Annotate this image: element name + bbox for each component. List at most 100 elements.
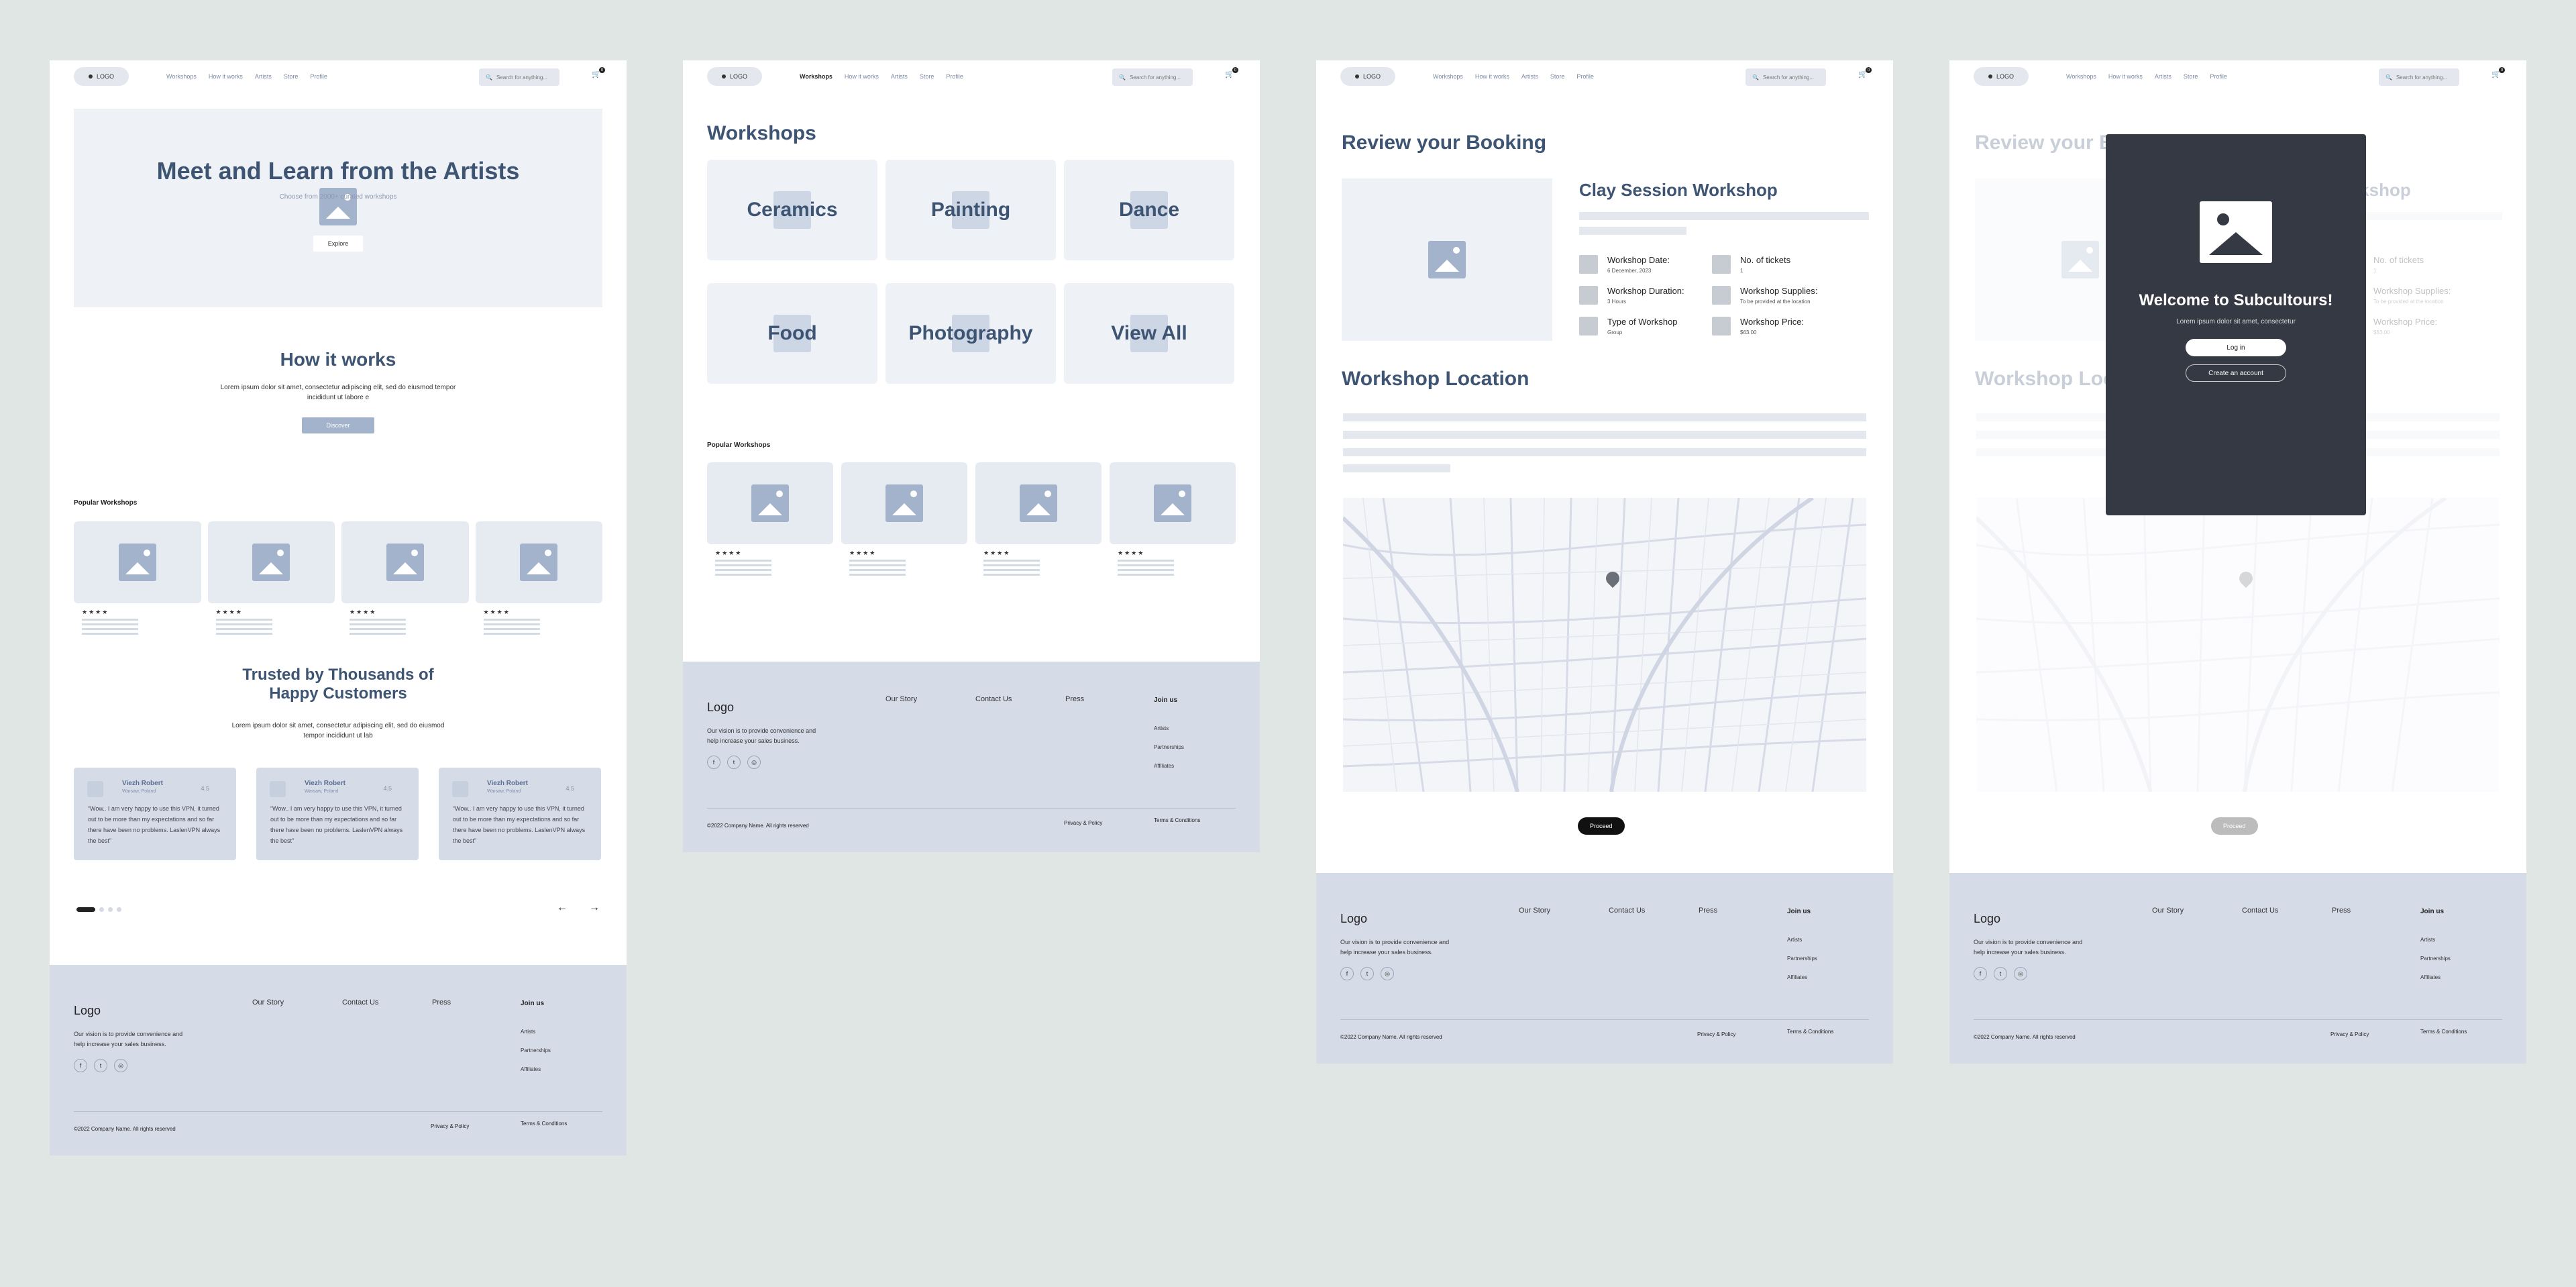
search-input[interactable]: 🔍 Search for anything... bbox=[479, 68, 559, 86]
nav-link-how-it-works[interactable]: How it works bbox=[2108, 73, 2143, 80]
footer-link-contact-us[interactable]: Contact Us bbox=[2242, 907, 2278, 915]
logo-button[interactable]: LOGO bbox=[707, 67, 762, 86]
footer-link-partnerships[interactable]: Partnerships bbox=[2420, 949, 2451, 968]
cart-button[interactable]: 🛒 0 bbox=[1858, 67, 1872, 81]
footer-link-affiliates[interactable]: Affiliates bbox=[1154, 757, 1184, 776]
nav-link-store[interactable]: Store bbox=[284, 73, 299, 80]
search-input[interactable]: 🔍 Search for anything... bbox=[2379, 68, 2459, 86]
nav-link-store[interactable]: Store bbox=[2184, 73, 2198, 80]
logo-button[interactable]: LOGO bbox=[74, 67, 129, 86]
category-card-food[interactable]: Food bbox=[707, 283, 877, 384]
location-map[interactable] bbox=[1343, 498, 1866, 792]
nav-link-profile[interactable]: Profile bbox=[946, 73, 963, 80]
nav-link-store[interactable]: Store bbox=[920, 73, 934, 80]
workshop-card[interactable]: ★★★★ bbox=[341, 521, 469, 635]
footer-terms-link[interactable]: Terms & Conditions bbox=[1154, 817, 1200, 823]
footer-link-artists[interactable]: Artists bbox=[521, 1023, 551, 1041]
workshop-card[interactable]: ★★★★ bbox=[841, 462, 967, 576]
create-account-button[interactable]: Create an account bbox=[2186, 364, 2286, 382]
instagram-icon[interactable]: ◎ bbox=[2014, 967, 2027, 980]
carousel-dot[interactable] bbox=[99, 907, 104, 912]
footer-link-artists[interactable]: Artists bbox=[1154, 719, 1184, 738]
nav-link-profile[interactable]: Profile bbox=[310, 73, 327, 80]
nav-link-workshops[interactable]: Workshops bbox=[166, 73, 197, 80]
footer-privacy-link[interactable]: Privacy & Policy bbox=[1697, 1031, 1735, 1037]
cart-button[interactable]: 🛒 0 bbox=[592, 67, 605, 81]
facebook-icon[interactable]: f bbox=[74, 1059, 87, 1072]
category-card-dance[interactable]: Dance bbox=[1064, 160, 1234, 260]
logo-button[interactable]: LOGO bbox=[1340, 67, 1395, 86]
nav-link-workshops[interactable]: Workshops bbox=[800, 73, 833, 80]
nav-link-workshops[interactable]: Workshops bbox=[2066, 73, 2096, 80]
instagram-icon[interactable]: ◎ bbox=[1381, 967, 1394, 980]
workshop-card[interactable]: ★★★★ bbox=[74, 521, 201, 635]
footer-terms-link[interactable]: Terms & Conditions bbox=[521, 1121, 567, 1127]
footer-link-press[interactable]: Press bbox=[432, 998, 451, 1007]
twitter-icon[interactable]: t bbox=[1994, 967, 2007, 980]
footer-link-artists[interactable]: Artists bbox=[1787, 931, 1817, 949]
cart-button[interactable]: 🛒 0 bbox=[1225, 67, 1238, 81]
workshop-card[interactable]: ★★★★ bbox=[1110, 462, 1236, 576]
footer-link-contact-us[interactable]: Contact Us bbox=[975, 695, 1012, 703]
footer-link-partnerships[interactable]: Partnerships bbox=[1154, 738, 1184, 757]
category-card-ceramics[interactable]: Ceramics bbox=[707, 160, 877, 260]
instagram-icon[interactable]: ◎ bbox=[114, 1059, 127, 1072]
nav-link-artists[interactable]: Artists bbox=[255, 73, 272, 80]
footer-privacy-link[interactable]: Privacy & Policy bbox=[431, 1123, 469, 1129]
footer-link-contact-us[interactable]: Contact Us bbox=[342, 998, 378, 1007]
carousel-dot[interactable] bbox=[117, 907, 121, 912]
facebook-icon[interactable]: f bbox=[707, 756, 720, 769]
nav-link-workshops[interactable]: Workshops bbox=[1433, 73, 1463, 80]
footer-link-affiliates[interactable]: Affiliates bbox=[2420, 968, 2451, 987]
proceed-button[interactable]: Proceed bbox=[1578, 817, 1625, 835]
footer-link-artists[interactable]: Artists bbox=[2420, 931, 2451, 949]
nav-link-how-it-works[interactable]: How it works bbox=[209, 73, 243, 80]
footer-link-press[interactable]: Press bbox=[1065, 695, 1084, 703]
explore-button[interactable]: Explore bbox=[313, 236, 364, 252]
discover-button[interactable]: Discover bbox=[302, 417, 374, 433]
carousel-dots[interactable] bbox=[76, 907, 121, 912]
footer-terms-link[interactable]: Terms & Conditions bbox=[2420, 1029, 2467, 1035]
carousel-dot[interactable] bbox=[108, 907, 113, 912]
footer-link-our-story[interactable]: Our Story bbox=[1519, 907, 1550, 915]
facebook-icon[interactable]: f bbox=[1340, 967, 1354, 980]
footer-link-our-story[interactable]: Our Story bbox=[885, 695, 917, 703]
login-button[interactable]: Log in bbox=[2186, 339, 2286, 356]
twitter-icon[interactable]: t bbox=[1360, 967, 1374, 980]
nav-link-artists[interactable]: Artists bbox=[891, 73, 908, 80]
footer-link-partnerships[interactable]: Partnerships bbox=[521, 1041, 551, 1060]
workshop-card[interactable]: ★★★★ bbox=[975, 462, 1102, 576]
nav-link-store[interactable]: Store bbox=[1550, 73, 1565, 80]
facebook-icon[interactable]: f bbox=[1974, 967, 1987, 980]
footer-privacy-link[interactable]: Privacy & Policy bbox=[1064, 820, 1102, 826]
carousel-prev-arrow-icon[interactable]: ← bbox=[557, 902, 568, 914]
search-input[interactable]: 🔍 Search for anything... bbox=[1746, 68, 1826, 86]
footer-link-affiliates[interactable]: Affiliates bbox=[521, 1060, 551, 1079]
footer-link-our-story[interactable]: Our Story bbox=[252, 998, 284, 1007]
footer-privacy-link[interactable]: Privacy & Policy bbox=[2330, 1031, 2369, 1037]
footer-terms-link[interactable]: Terms & Conditions bbox=[1787, 1029, 1833, 1035]
footer-link-contact-us[interactable]: Contact Us bbox=[1609, 907, 1645, 915]
instagram-icon[interactable]: ◎ bbox=[747, 756, 761, 769]
nav-link-profile[interactable]: Profile bbox=[2210, 73, 2227, 80]
carousel-dot-active[interactable] bbox=[76, 907, 95, 912]
footer-link-press[interactable]: Press bbox=[2332, 907, 2351, 915]
twitter-icon[interactable]: t bbox=[94, 1059, 107, 1072]
logo-button[interactable]: LOGO bbox=[1974, 67, 2029, 86]
cart-button[interactable]: 🛒 0 bbox=[2491, 67, 2505, 81]
workshop-card[interactable]: ★★★★ bbox=[707, 462, 833, 576]
twitter-icon[interactable]: t bbox=[727, 756, 741, 769]
category-card-view-all[interactable]: View All bbox=[1064, 283, 1234, 384]
nav-link-artists[interactable]: Artists bbox=[1521, 73, 1538, 80]
footer-link-our-story[interactable]: Our Story bbox=[2152, 907, 2184, 915]
category-card-photography[interactable]: Photography bbox=[885, 283, 1056, 384]
category-card-painting[interactable]: Painting bbox=[885, 160, 1056, 260]
workshop-card[interactable]: ★★★★ bbox=[475, 521, 602, 635]
search-input[interactable]: 🔍 Search for anything... bbox=[1112, 68, 1193, 86]
nav-link-how-it-works[interactable]: How it works bbox=[845, 73, 879, 80]
footer-link-affiliates[interactable]: Affiliates bbox=[1787, 968, 1817, 987]
nav-link-artists[interactable]: Artists bbox=[2155, 73, 2171, 80]
footer-link-press[interactable]: Press bbox=[1699, 907, 1717, 915]
carousel-next-arrow-icon[interactable]: → bbox=[589, 902, 600, 914]
footer-link-partnerships[interactable]: Partnerships bbox=[1787, 949, 1817, 968]
